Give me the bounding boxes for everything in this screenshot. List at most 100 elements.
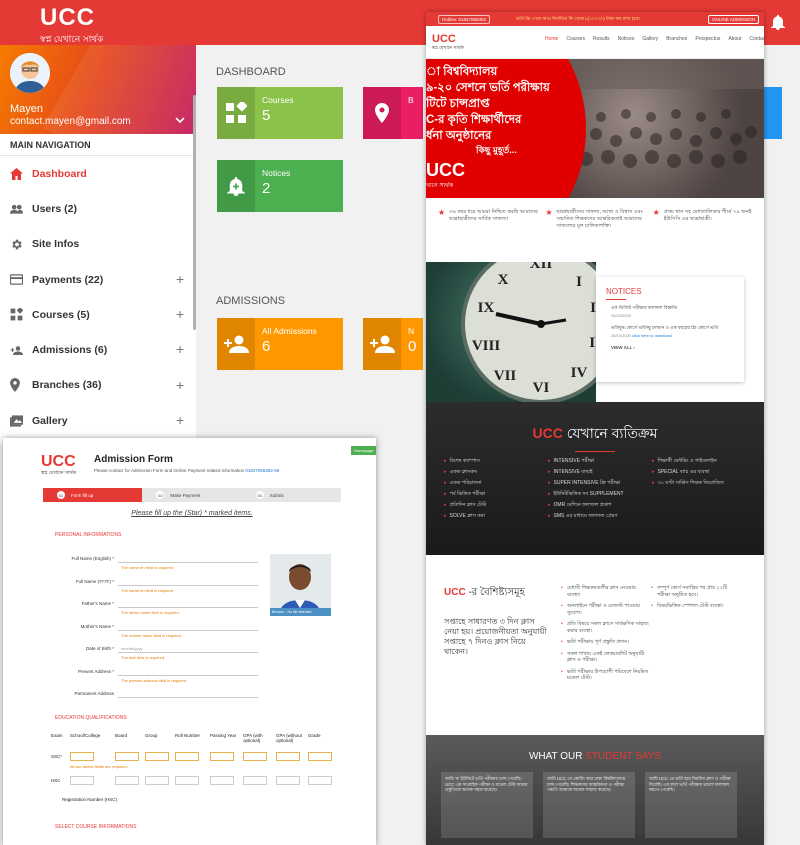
chevron-down-icon[interactable] bbox=[175, 117, 185, 124]
edu-input[interactable] bbox=[243, 776, 267, 785]
edu-exam-label: SSC* bbox=[51, 754, 63, 759]
sidebar-item-label: Gallery bbox=[32, 414, 68, 427]
location-pin-icon bbox=[363, 87, 401, 139]
edu-input[interactable] bbox=[276, 752, 300, 761]
sidebar-item-courses[interactable]: Courses (5) + bbox=[0, 297, 196, 332]
site-menu-item[interactable]: Home bbox=[545, 36, 558, 42]
edu-input[interactable] bbox=[276, 776, 300, 785]
site-menu-item[interactable]: Results bbox=[593, 36, 610, 42]
users-icon bbox=[10, 202, 23, 215]
dashboard-title: DASHBOARD bbox=[216, 66, 286, 78]
why-ucc-item: একক পরিচালনা bbox=[444, 480, 548, 491]
ucc-logo[interactable]: UCC স্বপ্ন যেখানে সার্থক bbox=[40, 6, 103, 47]
field-input[interactable] bbox=[118, 629, 258, 631]
svg-text:IV: IV bbox=[571, 365, 588, 381]
all-admissions-card[interactable]: All Admissions 6 bbox=[217, 318, 343, 370]
site-menu-item[interactable]: Gallery bbox=[642, 36, 658, 42]
expand-plus-icon[interactable]: + bbox=[176, 272, 184, 286]
why-ucc-item: বিশেষ ক্যাম্পাস bbox=[444, 458, 548, 469]
why-ucc-item: পর্ব ভিত্তিক পরীক্ষা bbox=[444, 491, 548, 502]
expand-plus-icon[interactable]: + bbox=[176, 413, 184, 427]
form-step-2[interactable]: 02 Make Payment bbox=[142, 488, 242, 502]
site-menu-item[interactable]: About bbox=[728, 36, 741, 42]
edu-input[interactable] bbox=[145, 776, 169, 785]
site-menu-item[interactable]: Contact bbox=[749, 36, 764, 42]
features-list: মেধাবী শিক্ষকমণ্ডলীর ক্লাস নেওয়ার ব্যবস… bbox=[561, 585, 649, 687]
expand-plus-icon[interactable]: + bbox=[176, 342, 184, 356]
applicant-photo bbox=[270, 554, 331, 616]
highlight-item: ★ ছাত্র/ছাত্রীদের সাফল্য, আস্থা ও বিশ্বাস… bbox=[545, 209, 652, 262]
edu-input[interactable] bbox=[70, 776, 94, 785]
site-logo-text: UCC bbox=[432, 33, 456, 45]
edu-input[interactable] bbox=[115, 752, 139, 761]
expand-plus-icon[interactable]: + bbox=[176, 378, 184, 392]
hero-banner[interactable]: া বিশ্ববিদ্যালয় ৯-২০ সেশনে ভর্তি পরীক্ষ… bbox=[426, 59, 764, 198]
edu-input[interactable] bbox=[308, 752, 332, 761]
why-ucc-item: SPECIAL ব্যাচ এর ব্যবস্থা bbox=[652, 469, 756, 480]
view-all-link[interactable]: VIEW ALL › bbox=[606, 345, 734, 350]
edu-input[interactable] bbox=[308, 776, 332, 785]
site-logo[interactable]: UCC স্বপ্ন যেখানে সার্থক bbox=[432, 34, 464, 52]
all-admissions-value: 6 bbox=[262, 338, 271, 355]
why-ucc-item: SMS এর মাধ্যমে ফলাফল প্রেরণ bbox=[548, 513, 652, 524]
notice-item[interactable]: ভর্তিযুদ্ধ কোর্সে ভর্তিচ্ছু চলমান ও এক ব… bbox=[606, 325, 734, 338]
notice-item[interactable]: এক ডিজিট পরীক্ষার ফলাফল বিজ্ঞপ্তি 26/10/2… bbox=[606, 305, 734, 318]
notices-section: XIIIIIIII IVVIVIIVIIIIXX NOTICES এক ডিজি… bbox=[426, 262, 764, 402]
edu-input[interactable] bbox=[145, 752, 169, 761]
form-step-1[interactable]: 01 Form fill up bbox=[43, 488, 143, 502]
notification-bell-icon[interactable] bbox=[771, 14, 785, 30]
site-menu-item[interactable]: Courses bbox=[566, 36, 585, 42]
field-input[interactable] bbox=[118, 674, 258, 676]
expand-plus-icon[interactable]: + bbox=[176, 307, 184, 321]
hotline-badge[interactable]: Hotline: 01847066362 bbox=[438, 15, 491, 24]
why-ucc-item: প্রতিদিন ক্লাস টেস্ট bbox=[444, 502, 548, 513]
users-card-partial[interactable] bbox=[764, 87, 782, 139]
feature-item: ভর্তি পরীক্ষার উপযোগী পরিবেশে নিয়মিত মড… bbox=[561, 669, 649, 682]
edu-col-header: Board bbox=[115, 733, 128, 738]
why-ucc-item: INTENSIVE পরীক্ষা bbox=[548, 458, 652, 469]
edu-input[interactable] bbox=[175, 776, 199, 785]
sidebar-item-label: Site Infos bbox=[32, 238, 80, 251]
edu-input[interactable] bbox=[175, 752, 199, 761]
svg-text:X: X bbox=[498, 272, 509, 288]
new-admissions-label: N bbox=[408, 326, 415, 336]
form-subtitle: Please contact for Admission Form and On… bbox=[94, 468, 280, 473]
home-icon bbox=[10, 167, 23, 180]
online-admission-button[interactable]: ONLINE ADMISSION bbox=[708, 15, 760, 24]
edu-input[interactable] bbox=[210, 776, 234, 785]
field-input[interactable] bbox=[118, 697, 258, 698]
features-list: সম্পূর্ণ কোর্স সমাপ্তির পর প্রায় ২১টি প… bbox=[651, 585, 739, 615]
homepage-button[interactable]: Homepage bbox=[351, 446, 376, 455]
notices-card[interactable]: Notices 2 bbox=[217, 160, 343, 212]
branches-card[interactable]: B bbox=[363, 87, 423, 139]
new-admissions-card[interactable]: N0 bbox=[363, 318, 423, 370]
nav-list: Dashboard Users (2) Site Infos Payments (22… bbox=[0, 156, 196, 438]
form-step-3[interactable]: 03 Submit bbox=[241, 488, 341, 502]
sidebar-item-payments[interactable]: Payments (22) + bbox=[0, 262, 196, 297]
sidebar-item-admissions[interactable]: Admissions (6) + bbox=[0, 332, 196, 367]
sidebar-item-gallery[interactable]: Gallery + bbox=[0, 403, 196, 438]
sidebar-item-site[interactable]: Site Infos bbox=[0, 227, 196, 262]
notice-download-link[interactable]: click here to download bbox=[632, 333, 672, 338]
site-menu-item[interactable]: Prospectus bbox=[695, 36, 720, 42]
site-menu-item[interactable]: Branches bbox=[666, 36, 687, 42]
field-input[interactable] bbox=[118, 652, 258, 653]
field-label: Full Name (English) * bbox=[71, 556, 114, 561]
hero-line-6: কিছু মুহূর্ত... bbox=[476, 145, 517, 155]
sidebar-item-branches[interactable]: Branches (36) + bbox=[0, 368, 196, 403]
field-input[interactable] bbox=[118, 584, 258, 586]
edu-input[interactable] bbox=[70, 752, 94, 761]
courses-card[interactable]: Courses 5 bbox=[217, 87, 343, 139]
field-input[interactable] bbox=[118, 562, 258, 563]
sidebar-item-users[interactable]: Users (2) bbox=[0, 191, 196, 226]
edu-input[interactable] bbox=[210, 752, 234, 761]
field-input[interactable] bbox=[118, 607, 258, 608]
sidebar-item-dashboard[interactable]: Dashboard bbox=[0, 156, 196, 191]
site-menu-item[interactable]: Notices bbox=[618, 36, 635, 42]
edu-input[interactable] bbox=[243, 752, 267, 761]
person-add-icon bbox=[217, 318, 255, 370]
education-heading: EDUCATION QUALIFICATIONS bbox=[55, 715, 127, 721]
photo-file-input[interactable]: Browse... No file selected bbox=[270, 608, 331, 616]
avatar[interactable] bbox=[10, 53, 50, 93]
edu-input[interactable] bbox=[115, 776, 139, 785]
